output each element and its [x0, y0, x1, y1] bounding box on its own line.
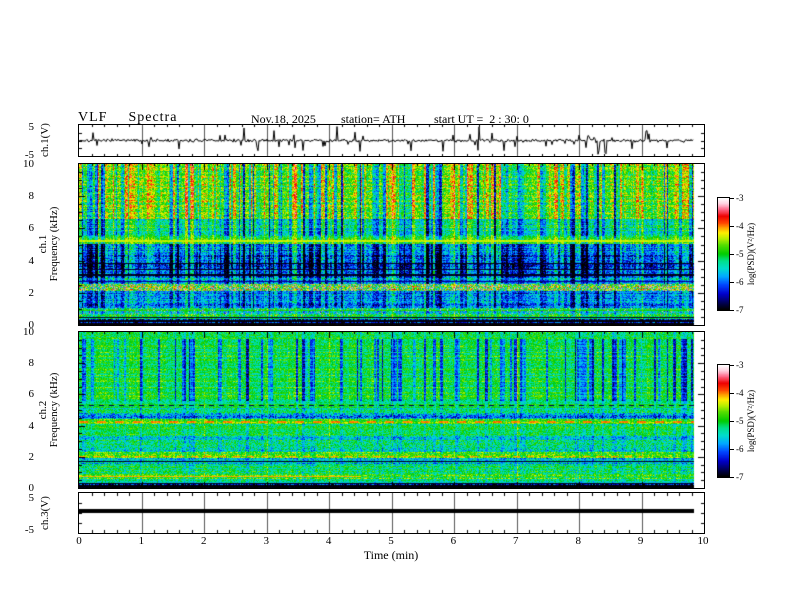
ch1-volt-tick-label: 5: [28, 121, 35, 133]
ch2-colorbar-tick-label: -6: [736, 444, 744, 454]
ch2-colorbar-tick-label: -7: [736, 472, 744, 482]
ch2-spectrogram-panel: [78, 331, 705, 489]
ch2-spectrogram-canvas: [79, 332, 704, 488]
ch2-colorbar-label: log(PSD)(V²/Hz): [746, 389, 756, 453]
ch2-colorbar-tick: [730, 365, 734, 366]
ch2-freq-label-text: Frequency (kHz): [48, 372, 60, 448]
ch1-volt-tick-label: -5: [24, 149, 34, 161]
ch1-colorbar-tick-label: -6: [736, 277, 744, 287]
ch3-voltage-axis-label: ch.3(V): [39, 496, 51, 530]
ch3-waveform-panel: [78, 492, 705, 534]
time-tick-label: 1: [138, 535, 145, 547]
ch1-freq-tick-label: 2: [28, 286, 35, 299]
ch1-voltage-axis-label: ch.1(V): [39, 123, 51, 157]
time-tick-label: 4: [325, 535, 332, 547]
ch1-freq-tick-label: 0: [28, 319, 35, 331]
ch1-freq-tick-label: 4: [28, 254, 35, 267]
ch1-spectrogram-canvas: [79, 164, 704, 325]
ch1-freq-axis-label: ch.1 Frequency (kHz): [37, 206, 60, 282]
time-tick-label: 5: [388, 535, 394, 547]
vlf-spectra-figure: VLF Spectra Nov.18, 2025 station= ATH st…: [0, 0, 792, 612]
ch2-colorbar-tick: [730, 421, 734, 422]
ch2-freq-axis-label: ch.2 Frequency (kHz): [37, 372, 60, 448]
ch1-waveform-canvas: [79, 125, 704, 156]
ch2-colorbar: [717, 364, 730, 478]
ch1-colorbar-tick: [730, 254, 734, 255]
ch2-colorbar-tick: [730, 393, 734, 394]
ch2-freq-tick-label: 2: [28, 450, 35, 463]
ch2-freq-tick-label: 4: [28, 419, 35, 432]
ch1-colorbar: [717, 197, 730, 311]
ch1-colorbar-canvas: [718, 198, 729, 310]
ch1-freq-label-text: Frequency (kHz): [48, 206, 60, 282]
ch2-colorbar-tick-label: -4: [736, 388, 744, 398]
ch1-colorbar-tick-label: -7: [736, 305, 744, 315]
ch2-freq-tick-label: 8: [28, 357, 35, 370]
time-axis-label: Time (min): [363, 548, 419, 562]
time-tick-label: 10: [697, 535, 709, 547]
ch3-volt-tick-label: -5: [24, 524, 34, 536]
time-tick-label: 3: [263, 535, 269, 547]
ch1-colorbar-tick: [730, 282, 734, 283]
ch1-colorbar-tick-label: -3: [736, 193, 744, 203]
time-tick-label: 9: [637, 535, 644, 547]
ch1-waveform-panel: [78, 124, 705, 157]
ch1-colorbar-tick: [730, 226, 734, 227]
ch3-waveform-canvas: [79, 493, 704, 533]
time-tick-label: 2: [201, 535, 207, 547]
ch1-freq-tick-label: 8: [28, 190, 35, 203]
ch3-volt-tick-label: 5: [28, 492, 35, 504]
ch2-colorbar-canvas: [718, 365, 729, 477]
ch1-colorbar-tick-label: -4: [736, 221, 744, 231]
time-tick-label: 8: [575, 535, 581, 547]
ch2-colorbar-tick: [730, 449, 734, 450]
ch1-colorbar-tick-label: -5: [736, 249, 744, 259]
time-tick-label: 0: [76, 535, 82, 547]
time-tick-label: 7: [513, 535, 519, 547]
ch2-colorbar-tick: [730, 477, 734, 478]
ch1-colorbar-tick: [730, 310, 734, 311]
ch2-colorbar-tick-label: -3: [736, 360, 744, 370]
ch1-spectrogram-panel: [78, 163, 705, 326]
ch1-colorbar-tick: [730, 198, 734, 199]
ch1-colorbar-label: log(PSD)(V²/Hz): [746, 222, 756, 286]
ch2-colorbar-tick-label: -5: [736, 416, 744, 426]
ch2-freq-tick-label: 6: [28, 388, 35, 401]
ch1-freq-tick-label: 6: [28, 222, 35, 235]
time-tick-label: 6: [450, 535, 457, 547]
